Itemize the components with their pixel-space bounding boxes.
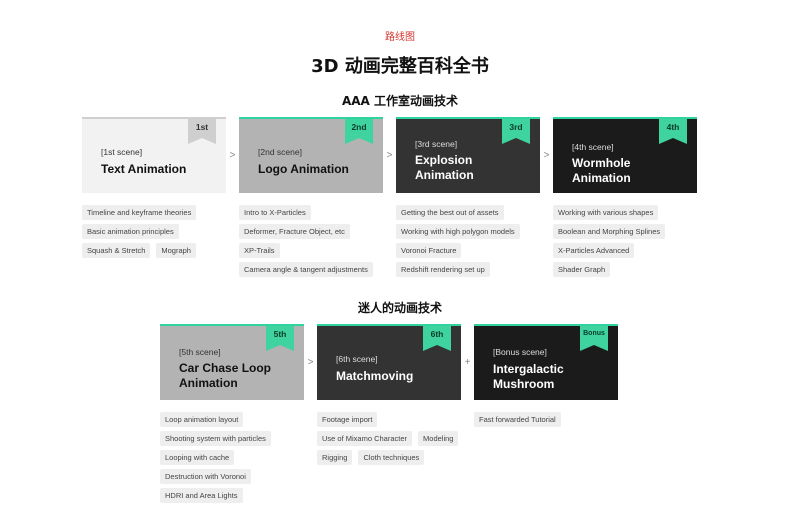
scene-column-bonus: Bonus [Bonus scene] Intergalactic Mushro… bbox=[474, 324, 618, 503]
topic-chip: Timeline and keyframe theories bbox=[82, 205, 197, 220]
chevron-right-icon: > bbox=[543, 149, 550, 161]
scene-column-5: 5th [5th scene] Car Chase Loop Animation… bbox=[160, 324, 304, 503]
badge-ribbon: 6th bbox=[423, 326, 451, 351]
topic-list: Intro to X-Particles Deformer, Fracture … bbox=[239, 205, 383, 277]
topic-list: Loop animation layout Shooting system wi… bbox=[160, 412, 304, 503]
scene-tag: [2nd scene] bbox=[258, 147, 302, 157]
plus-icon: + bbox=[464, 356, 471, 368]
section-heading-captivating: 迷人的动画技术 bbox=[357, 301, 442, 315]
scene-title: Intergalactic Mushroom bbox=[493, 362, 564, 391]
scene-title: Logo Animation bbox=[258, 162, 349, 176]
topic-chip: Intro to X-Particles bbox=[239, 205, 311, 220]
chevron-right-icon: > bbox=[307, 356, 314, 368]
badge-ribbon: 5th bbox=[266, 326, 294, 351]
scene-column-3: 3rd [3rd scene] Explosion Animation Gett… bbox=[396, 117, 540, 277]
topic-chip: Loop animation layout bbox=[160, 412, 244, 427]
roadmap-label: 路线图 bbox=[385, 32, 415, 43]
scene-tag: [1st scene] bbox=[101, 147, 143, 157]
topic-chip: Fast forwarded Tutorial bbox=[474, 412, 561, 427]
topic-chip: Voronoi Fracture bbox=[396, 243, 462, 258]
topic-chip: HDRI and Area Lights bbox=[160, 488, 243, 503]
scene-tag: [5th scene] bbox=[179, 347, 221, 357]
scene-card-logo-animation[interactable]: 2nd [2nd scene] Logo Animation bbox=[239, 117, 383, 193]
scene-tag: [6th scene] bbox=[336, 354, 378, 364]
badge-ribbon: 1st bbox=[188, 119, 216, 144]
scene-title: Wormhole Animation bbox=[572, 156, 631, 185]
topic-chip: Cloth techniques bbox=[358, 450, 425, 465]
scene-tag: [3rd scene] bbox=[415, 139, 458, 149]
topic-chip: Basic animation principles bbox=[82, 224, 179, 239]
scene-title: Text Animation bbox=[101, 162, 187, 176]
topic-chip: Redshift rendering set up bbox=[396, 262, 490, 277]
scene-title: Car Chase Loop Animation bbox=[179, 361, 272, 390]
topic-chip: Mograph bbox=[156, 243, 196, 258]
scene-card-intergalactic-mushroom[interactable]: Bonus [Bonus scene] Intergalactic Mushro… bbox=[474, 324, 618, 400]
scene-row-1: 1st [1st scene] Text Animation Timeline … bbox=[82, 117, 697, 277]
scene-row-2: 5th [5th scene] Car Chase Loop Animation… bbox=[160, 324, 618, 503]
scene-card-text-animation[interactable]: 1st [1st scene] Text Animation bbox=[82, 117, 226, 193]
topic-list: Timeline and keyframe theories Basic ani… bbox=[82, 205, 226, 258]
scene-column-6: 6th [6th scene] Matchmoving Footage impo… bbox=[317, 324, 461, 503]
topic-chip: Deformer, Fracture Object, etc bbox=[239, 224, 350, 239]
badge-ribbon: 4th bbox=[659, 119, 687, 144]
badge-ribbon: Bonus bbox=[580, 326, 608, 351]
topic-chip: Footage import bbox=[317, 412, 378, 427]
chevron-right-icon: > bbox=[386, 149, 393, 161]
topic-chip: Looping with cache bbox=[160, 450, 235, 465]
scene-card-explosion-animation[interactable]: 3rd [3rd scene] Explosion Animation bbox=[396, 117, 540, 193]
topic-chip: Camera angle & tangent adjustments bbox=[239, 262, 373, 277]
scene-tag: [4th scene] bbox=[572, 142, 614, 152]
topic-chip: Use of Mixamo Character bbox=[317, 431, 413, 446]
scene-card-car-chase-loop-animation[interactable]: 5th [5th scene] Car Chase Loop Animation bbox=[160, 324, 304, 400]
section-heading-aaa: AAA 工作室动画技术 bbox=[341, 94, 459, 108]
scene-title: Explosion Animation bbox=[415, 153, 474, 182]
topic-chip: Shooting system with particles bbox=[160, 431, 271, 446]
scene-title: Matchmoving bbox=[336, 369, 414, 383]
topic-chip: Working with various shapes bbox=[553, 205, 659, 220]
topic-chip: Boolean and Morphing Splines bbox=[553, 224, 666, 239]
topic-chip: Modeling bbox=[418, 431, 459, 446]
topic-chip: X-Particles Advanced bbox=[553, 243, 635, 258]
topic-chip: Rigging bbox=[317, 450, 353, 465]
chevron-right-icon: > bbox=[229, 149, 236, 161]
page-title: 3D 动画完整百科全书 bbox=[311, 56, 489, 77]
scene-column-4: 4th [4th scene] Wormhole Animation Worki… bbox=[553, 117, 697, 277]
topic-list: Working with various shapes Boolean and … bbox=[553, 205, 697, 277]
topic-list: Getting the best out of assets Working w… bbox=[396, 205, 540, 277]
scene-card-wormhole-animation[interactable]: 4th [4th scene] Wormhole Animation bbox=[553, 117, 697, 193]
topic-chip: XP-Trails bbox=[239, 243, 280, 258]
badge-ribbon: 2nd bbox=[345, 119, 373, 144]
topic-chip: Squash & Stretch bbox=[82, 243, 151, 258]
scene-card-matchmoving[interactable]: 6th [6th scene] Matchmoving bbox=[317, 324, 461, 400]
badge-ribbon: 3rd bbox=[502, 119, 530, 144]
topic-list: Fast forwarded Tutorial bbox=[474, 412, 618, 427]
topic-chip: Working with high polygon models bbox=[396, 224, 520, 239]
topic-chip: Shader Graph bbox=[553, 262, 611, 277]
topic-chip: Getting the best out of assets bbox=[396, 205, 504, 220]
scene-column-2: 2nd [2nd scene] Logo Animation Intro to … bbox=[239, 117, 383, 277]
scene-column-1: 1st [1st scene] Text Animation Timeline … bbox=[82, 117, 226, 277]
topic-list: Footage import Use of Mixamo Character M… bbox=[317, 412, 461, 465]
topic-chip: Destruction with Voronoi bbox=[160, 469, 251, 484]
scene-tag: [Bonus scene] bbox=[493, 347, 547, 357]
